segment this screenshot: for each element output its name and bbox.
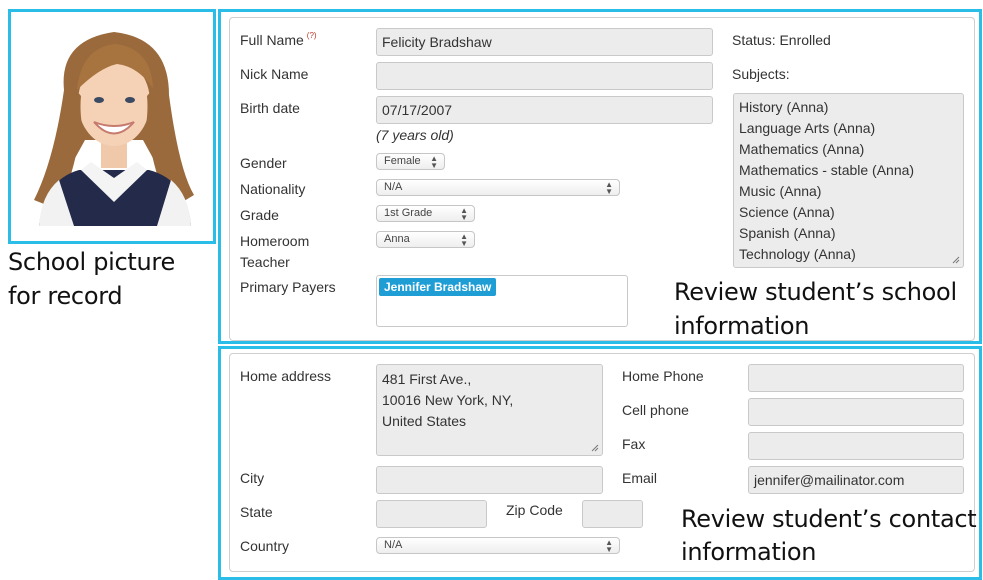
primary-payers-label: Primary Payers	[240, 279, 336, 295]
full-name-field[interactable]: Felicity Bradshaw	[376, 28, 713, 56]
subjects-list[interactable]: History (Anna) Language Arts (Anna) Math…	[733, 93, 964, 268]
contact-caption-line1: Review student’s contact	[681, 505, 977, 533]
resize-handle-icon[interactable]	[952, 256, 960, 264]
fax-label: Fax	[622, 436, 646, 452]
nick-name-label: Nick Name	[240, 66, 309, 82]
birth-date-label: Birth date	[240, 100, 300, 116]
address-line: United States	[382, 413, 467, 429]
cell-phone-field[interactable]	[748, 398, 964, 426]
school-caption-line2: information	[674, 312, 810, 340]
home-phone-label: Home Phone	[622, 368, 704, 384]
photo-caption-line2: for record	[8, 282, 123, 310]
select-arrows-icon: ▲ ▼	[605, 538, 613, 554]
city-field[interactable]	[376, 466, 603, 494]
email-field[interactable]: jennifer@mailinator.com	[748, 466, 964, 494]
status-text: Status: Enrolled	[732, 32, 831, 48]
student-photo	[19, 20, 209, 226]
select-arrows-icon: ▲ ▼	[460, 206, 468, 222]
nick-name-field[interactable]	[376, 62, 713, 90]
full-name-label: Full Name (?)	[240, 31, 317, 48]
school-caption-line1: Review student’s school	[674, 278, 957, 306]
list-item[interactable]: History (Anna)	[739, 97, 958, 118]
grade-select-value: 1st Grade	[384, 207, 433, 219]
contact-caption-line2: information	[681, 538, 817, 566]
required-marker: (?)	[306, 31, 317, 40]
age-note: (7 years old)	[376, 127, 454, 143]
select-arrows-icon: ▲ ▼	[430, 154, 438, 170]
list-item[interactable]: Spanish (Anna)	[739, 223, 958, 244]
list-item[interactable]: Technology (Anna)	[739, 244, 958, 265]
select-arrows-icon: ▲ ▼	[605, 180, 613, 196]
payer-tag[interactable]: Jennifer Bradshaw	[379, 278, 497, 296]
nationality-label: Nationality	[240, 181, 306, 197]
list-item[interactable]: Language Arts (Anna)	[739, 118, 958, 139]
homeroom-label-line2: Teacher	[240, 254, 290, 270]
list-item[interactable]: Mathematics - stable (Anna)	[739, 160, 958, 181]
homeroom-select-value: Anna	[384, 233, 410, 245]
country-select[interactable]: N/A ▲ ▼	[376, 537, 620, 554]
list-item[interactable]: Mathematics (Anna)	[739, 139, 958, 160]
list-item[interactable]: Music (Anna)	[739, 181, 958, 202]
home-address-field[interactable]: 481 First Ave., 10016 New York, NY, Unit…	[376, 364, 603, 456]
state-label: State	[240, 504, 273, 520]
grade-select[interactable]: 1st Grade ▲ ▼	[376, 205, 475, 222]
address-line: 481 First Ave.,	[382, 371, 472, 387]
state-field[interactable]	[376, 500, 487, 528]
cell-phone-label: Cell phone	[622, 402, 689, 418]
address-line: 10016 New York, NY,	[382, 392, 514, 408]
home-phone-field[interactable]	[748, 364, 964, 392]
country-select-value: N/A	[384, 539, 403, 551]
homeroom-label: Homeroom	[240, 233, 310, 249]
photo-caption-line1: School picture	[8, 248, 175, 276]
resize-handle-icon[interactable]	[591, 444, 599, 452]
select-arrows-icon: ▲ ▼	[460, 232, 468, 248]
gender-label: Gender	[240, 155, 287, 171]
list-item[interactable]: Science (Anna)	[739, 202, 958, 223]
fax-field[interactable]	[748, 432, 964, 460]
grade-label: Grade	[240, 207, 279, 223]
subjects-label: Subjects:	[732, 66, 790, 82]
zip-code-field[interactable]	[582, 500, 643, 528]
birth-date-field[interactable]: 07/17/2007	[376, 96, 713, 124]
primary-payers-field[interactable]: Jennifer Bradshaw	[376, 275, 628, 327]
gender-select-value: Female	[384, 155, 421, 167]
gender-select[interactable]: Female ▲ ▼	[376, 153, 445, 170]
city-label: City	[240, 470, 265, 486]
zip-code-label: Zip Code	[506, 502, 563, 518]
email-label: Email	[622, 470, 658, 486]
country-label: Country	[240, 538, 290, 554]
nationality-select-value: N/A	[384, 181, 403, 193]
homeroom-teacher-select[interactable]: Anna ▲ ▼	[376, 231, 475, 248]
home-address-label: Home address	[240, 368, 332, 384]
nationality-select[interactable]: N/A ▲ ▼	[376, 179, 620, 196]
